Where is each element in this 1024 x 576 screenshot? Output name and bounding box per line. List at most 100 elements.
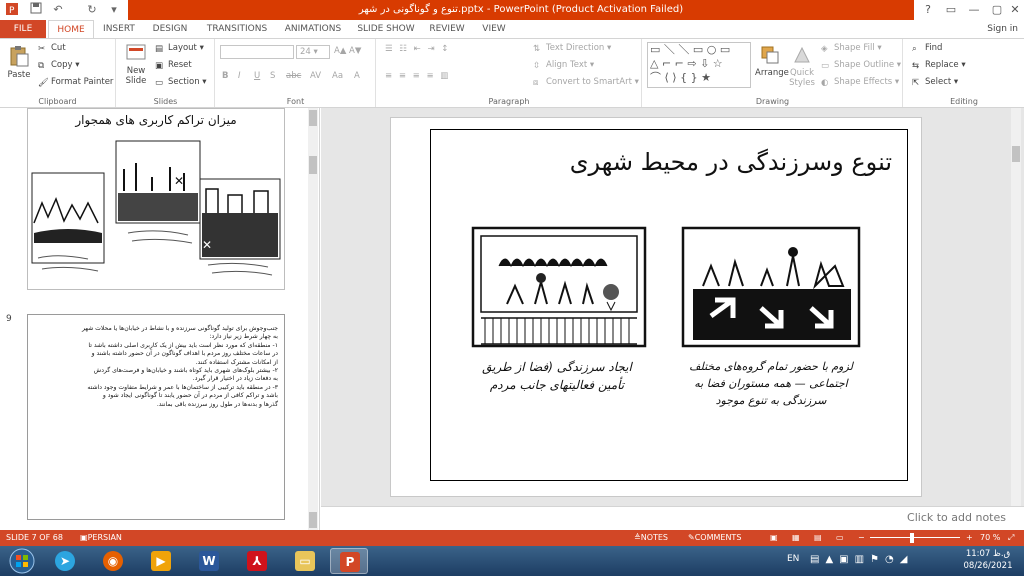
smartart-button[interactable]: ⧈ Convert to SmartArt ▾ bbox=[533, 77, 639, 88]
slide-sorter-icon[interactable]: ▦ bbox=[792, 530, 800, 546]
change-case-button[interactable]: Aa bbox=[332, 71, 343, 81]
quick-styles-button[interactable]: Quick Styles bbox=[789, 45, 815, 88]
comments-toggle[interactable]: ✎ COMMENTS bbox=[688, 530, 741, 546]
tab-review[interactable]: REVIEW bbox=[424, 20, 470, 38]
tab-home[interactable]: HOME bbox=[48, 20, 94, 38]
slide-thumbnail-9[interactable]: جنب‌وجوش برای تولید گوناگونی سرزنده و با… bbox=[27, 314, 285, 520]
align-buttons[interactable]: ≡ ≡ ≡ ≡ ▥ bbox=[385, 71, 450, 81]
tray-icons[interactable]: ▤▲▣▥⚑◔◢ bbox=[810, 554, 913, 565]
tab-insert[interactable]: INSERT bbox=[96, 20, 142, 38]
paste-icon bbox=[10, 46, 29, 67]
zoom-out-icon[interactable]: − bbox=[858, 530, 865, 546]
ribbon-display-icon[interactable]: ▭ bbox=[940, 1, 962, 19]
font-color-button[interactable]: A bbox=[354, 71, 360, 81]
normal-view-icon[interactable]: ▣ bbox=[770, 530, 778, 546]
language-bar[interactable]: EN bbox=[787, 554, 799, 564]
paste-button[interactable]: Paste bbox=[6, 45, 32, 80]
layout-button[interactable]: ▤ Layout ▾ bbox=[155, 43, 204, 54]
thumb-title: میزان تراکم کاربری های همجوار bbox=[75, 113, 237, 127]
grow-font-button[interactable]: A▲ A▼ bbox=[334, 46, 361, 56]
shape-fill-button[interactable]: ◈ Shape Fill ▾ bbox=[821, 43, 882, 54]
tab-design[interactable]: DESIGN bbox=[144, 20, 196, 38]
taskbar-word[interactable]: W bbox=[190, 548, 228, 574]
caption-left[interactable]: ایجاد سرزندگی (فضا از طریق تأمین فعالیته… bbox=[471, 358, 643, 394]
shape-outline-button[interactable]: ▭ Shape Outline ▾ bbox=[821, 60, 901, 71]
notes-placeholder[interactable]: Click to add notes bbox=[907, 511, 1006, 524]
zoom-level[interactable]: 70 % bbox=[980, 530, 1000, 546]
font-name-box[interactable] bbox=[220, 45, 294, 59]
start-button[interactable] bbox=[4, 548, 40, 574]
reading-view-icon[interactable]: ▤ bbox=[814, 530, 822, 546]
tab-transitions[interactable]: TRANSITIONS bbox=[198, 20, 276, 38]
editor-scrollbar-thumb[interactable] bbox=[1012, 146, 1020, 162]
editor-scrollbar[interactable] bbox=[1011, 108, 1021, 506]
editing-group: ⌕ Find ⇆ Replace ▾ ⇱ Select ▾ Editing bbox=[904, 39, 1024, 107]
slides-pane-scrollbar[interactable] bbox=[308, 108, 318, 530]
strikethrough-button[interactable]: abc bbox=[286, 71, 301, 81]
tab-view[interactable]: VIEW bbox=[474, 20, 514, 38]
arrange-button[interactable]: Arrange bbox=[755, 45, 789, 78]
help-icon[interactable]: ? bbox=[917, 1, 939, 19]
zoom-slider[interactable] bbox=[870, 537, 960, 538]
clock[interactable]: 11:07 ق.ظ 08/26/2021 bbox=[958, 548, 1018, 572]
firefox-icon: ◉ bbox=[103, 551, 123, 571]
sign-in-link[interactable]: Sign in bbox=[987, 20, 1018, 38]
zoom-in-icon[interactable]: + bbox=[966, 530, 973, 546]
shapes-gallery[interactable]: ▭ ＼ ＼ ▭ ○ ▭ △ ⌐ ⌐ ⇨ ⇩ ☆ ⌒ ⟨ ⟩ { } ★ bbox=[647, 42, 751, 88]
slide-title[interactable]: تنوع وسرزندگی در محیط شهری bbox=[570, 148, 892, 176]
reset-button[interactable]: ▣ Reset bbox=[155, 60, 192, 71]
taskbar-media-player[interactable]: ▶ bbox=[142, 548, 180, 574]
tab-slide-show[interactable]: SLIDE SHOW bbox=[352, 20, 420, 38]
find-button[interactable]: ⌕ Find bbox=[912, 43, 942, 54]
thumb-body-text: جنب‌وجوش برای تولید گوناگونی سرزنده و با… bbox=[34, 325, 278, 409]
font-size-box[interactable]: 24 ▾ bbox=[296, 45, 330, 59]
copy-button[interactable]: ⧉ Copy ▾ bbox=[38, 60, 80, 71]
thumb-line: ۱- منطقه‌ای که مورد نظر است باید بیش از … bbox=[88, 341, 278, 349]
customize-qat-icon[interactable]: ▾ bbox=[106, 2, 122, 18]
minimize-button[interactable]: — bbox=[963, 1, 985, 19]
tab-animations[interactable]: ANIMATIONS bbox=[278, 20, 348, 38]
tab-file[interactable]: FILE bbox=[0, 20, 46, 38]
undo-icon[interactable]: ↶ bbox=[50, 2, 66, 18]
bold-button[interactable]: B bbox=[222, 71, 228, 81]
slideshow-icon[interactable]: ▭ bbox=[836, 530, 844, 546]
taskbar-acrobat[interactable]: ⅄ bbox=[238, 548, 276, 574]
taskbar-telegram[interactable]: ➤ bbox=[46, 548, 84, 574]
scroll-up-arrow[interactable] bbox=[309, 110, 317, 126]
shape-effects-button[interactable]: ◐ Shape Effects ▾ bbox=[821, 77, 899, 88]
cursor-icon: ⇱ bbox=[912, 78, 920, 88]
section-button[interactable]: ▭ Section ▾ bbox=[155, 77, 207, 88]
underline-button[interactable]: U bbox=[254, 71, 260, 81]
list-buttons[interactable]: ☰ ☷ ⇤ ⇥ ↕ bbox=[385, 44, 450, 54]
zoom-slider-thumb[interactable] bbox=[910, 533, 914, 543]
taskbar-powerpoint[interactable]: P bbox=[330, 548, 368, 574]
current-slide[interactable]: تنوع وسرزندگی در محیط شهری ایجاد سرزندگی… bbox=[390, 117, 922, 497]
brush-icon: 🖌 bbox=[38, 78, 49, 88]
select-button[interactable]: ⇱ Select ▾ bbox=[912, 77, 958, 88]
align-text-button[interactable]: ⇳ Align Text ▾ bbox=[533, 60, 594, 71]
language-indicator[interactable]: ▣ PERSIAN bbox=[80, 530, 122, 546]
save-icon[interactable] bbox=[28, 2, 44, 18]
spacing-button[interactable]: AV bbox=[310, 71, 321, 81]
close-button[interactable]: ✕ bbox=[1004, 1, 1024, 19]
shadow-button[interactable]: S bbox=[270, 71, 275, 81]
slide-thumbnail-8[interactable]: میزان تراکم کاربری های همجوار ✕ ✕ bbox=[27, 108, 285, 290]
taskbar-firefox[interactable]: ◉ bbox=[94, 548, 132, 574]
fit-slide-icon[interactable]: ⤢ bbox=[1008, 530, 1014, 546]
text-direction-button[interactable]: ⇅ Text Direction ▾ bbox=[533, 43, 611, 54]
cut-button[interactable]: ✂ Cut bbox=[38, 43, 66, 54]
format-painter-label: Format Painter bbox=[51, 77, 114, 87]
notes-toggle[interactable]: ≜ NOTES bbox=[634, 530, 668, 546]
redo-icon[interactable]: ↻ bbox=[84, 2, 100, 18]
align-text-label: Align Text bbox=[546, 60, 588, 70]
scroll-down-arrow[interactable] bbox=[309, 512, 317, 528]
scrollbar-thumb[interactable] bbox=[309, 156, 317, 174]
replace-button[interactable]: ⇆ Replace ▾ bbox=[912, 60, 966, 71]
sketch-left[interactable] bbox=[471, 226, 651, 426]
format-painter-button[interactable]: 🖌 Format Painter bbox=[38, 77, 113, 88]
new-slide-button[interactable]: New Slide bbox=[123, 43, 149, 86]
caption-right[interactable]: لزوم با حضور تمام گروه‌های مختلف اجتماعی… bbox=[681, 358, 861, 409]
notes-pane[interactable]: Click to add notes bbox=[321, 506, 1024, 530]
taskbar-explorer[interactable]: ▭ bbox=[286, 548, 324, 574]
italic-button[interactable]: I bbox=[238, 71, 241, 81]
